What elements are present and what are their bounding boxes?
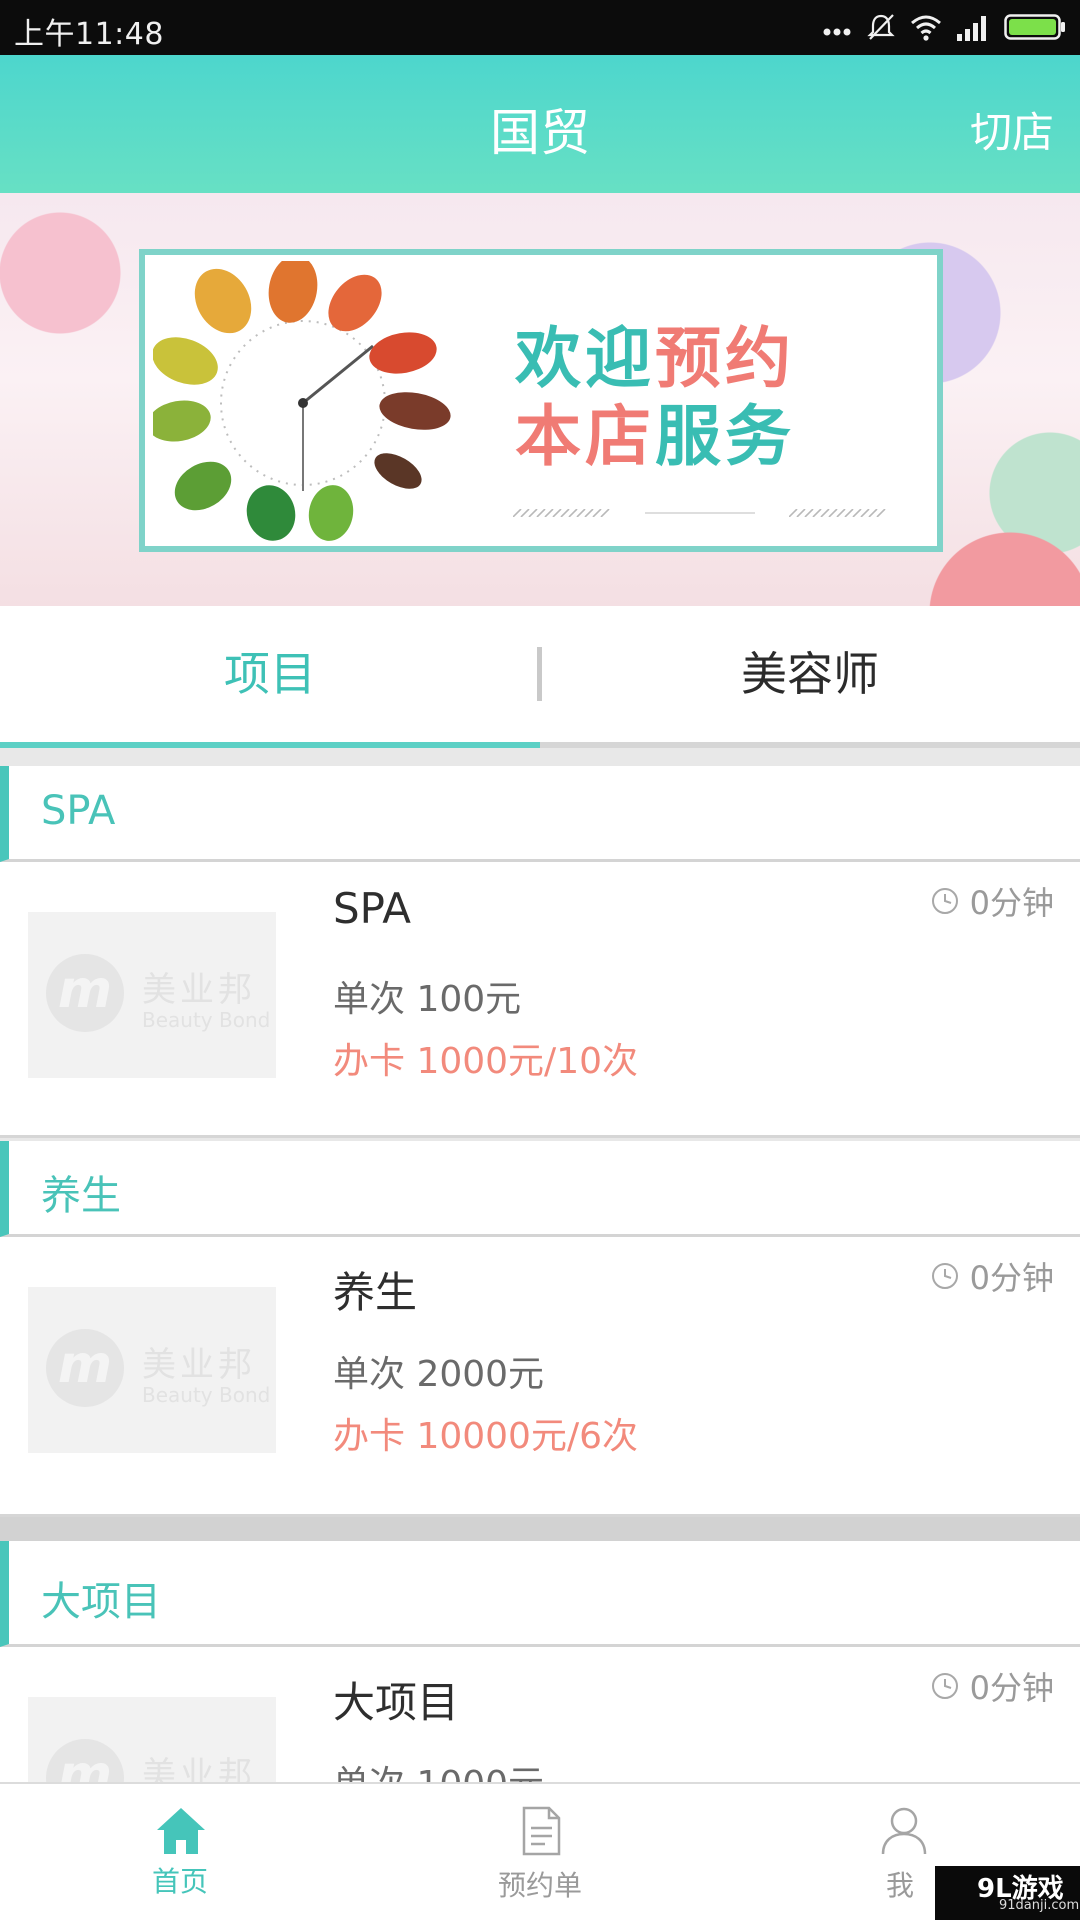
banner-headline-2: 本店服务: [515, 383, 795, 479]
tab-bar: 项目 美容师: [0, 606, 1080, 748]
thumbnail-brand-en: Beauty Bond: [142, 1008, 271, 1032]
list-item[interactable]: m 美业邦 Beauty Bond SPA 0分钟 单次 100元 办卡 100…: [0, 862, 1080, 1138]
item-name: 大项目: [333, 1678, 460, 1727]
category-label: 养生: [41, 1173, 121, 1219]
logo-mark: m: [57, 1335, 113, 1395]
item-thumbnail: m 美业邦 Beauty Bond: [28, 1287, 276, 1453]
section-gap: [0, 748, 1080, 766]
thumbnail-brand-cn: 美业邦: [142, 1755, 256, 1782]
brand-logo-icon: m: [46, 1329, 124, 1407]
promo-banner[interactable]: 欢迎预约 本店服务: [0, 193, 1080, 606]
watermark-sub: 91danji.com: [999, 1898, 1080, 1913]
logo-mark: m: [57, 960, 113, 1020]
nav-label: 预约单: [497, 1869, 582, 1902]
nav-home[interactable]: 首页: [0, 1784, 360, 1920]
item-duration: 0分钟: [930, 878, 1054, 924]
status-bar: 上午11:48: [0, 0, 1080, 55]
list-item[interactable]: m 美业邦 Beauty Bond 大项目 0分钟 单次 1000元: [0, 1647, 1080, 1782]
item-thumbnail: m 美业邦 Beauty Bond: [28, 912, 276, 1078]
bottom-nav: 首页 预约单 我: [0, 1782, 1080, 1920]
single-price: 单次 100元: [333, 979, 522, 1020]
store-title: 国贸: [490, 104, 590, 162]
brand-logo-icon: m: [46, 1739, 124, 1782]
banner-deco-left: [513, 509, 610, 517]
duration-text: 0分钟: [969, 1669, 1054, 1707]
section-gap: [0, 1517, 1080, 1541]
thumbnail-brand-cn: 美业邦: [142, 1345, 256, 1385]
home-icon: [157, 1808, 205, 1854]
switch-store-button[interactable]: 切店: [970, 99, 1054, 160]
banner-text-store: 本店: [515, 397, 655, 475]
card-price: 办卡 1000元/10次: [333, 1041, 638, 1082]
banner-deco-middle: [645, 512, 755, 514]
brand-logo-icon: m: [46, 954, 124, 1032]
tab-projects[interactable]: 项目: [0, 606, 540, 742]
mute-bell-icon: [867, 14, 895, 40]
category-header: 养生: [0, 1141, 1080, 1237]
item-name: 养生: [333, 1268, 418, 1317]
thumbnail-brand-cn: 美业邦: [142, 970, 256, 1010]
logo-mark: m: [57, 1745, 113, 1782]
category-header: SPA: [0, 766, 1080, 862]
nav-orders[interactable]: 预约单: [360, 1784, 720, 1920]
app-header: 国贸 切店: [0, 55, 1080, 193]
more-dots-icon: [823, 28, 851, 36]
thumbnail-brand-en: Beauty Bond: [142, 1383, 271, 1407]
category-label: SPA: [41, 788, 116, 834]
clock-icon: [931, 888, 958, 914]
tab-beauticians[interactable]: 美容师: [540, 606, 1080, 742]
user-icon: [881, 1807, 927, 1855]
banner-deco-right: [789, 509, 886, 517]
status-time: 上午11:48: [14, 17, 164, 52]
list-item[interactable]: m 美业邦 Beauty Bond 养生 0分钟 单次 2000元 办卡 100…: [0, 1237, 1080, 1517]
single-price: 单次 1000元: [333, 1755, 544, 1782]
site-watermark: 9L游戏 91danji.com: [935, 1866, 1080, 1920]
duration-text: 0分钟: [969, 884, 1054, 922]
battery-icon: [1004, 14, 1065, 40]
single-price: 单次 2000元: [333, 1354, 545, 1395]
card-price: 办卡 10000元/6次: [333, 1416, 638, 1457]
signal-icon: [957, 16, 986, 41]
wifi-icon: [911, 15, 941, 41]
item-name: SPA: [333, 884, 412, 933]
service-list[interactable]: SPA m 美业邦 Beauty Bond SPA 0分钟 单次 100元 办卡…: [0, 748, 1080, 1782]
category-header: 大项目: [0, 1541, 1080, 1647]
item-duration: 0分钟: [930, 1253, 1054, 1299]
item-thumbnail: m 美业邦 Beauty Bond: [28, 1697, 276, 1782]
leaf-clock-illustration: [153, 261, 451, 541]
item-duration: 0分钟: [930, 1663, 1054, 1709]
clock-icon: [931, 1263, 958, 1289]
clock-icon: [931, 1673, 958, 1699]
banner-text-service: 服务: [655, 397, 795, 475]
status-icons: [822, 12, 1066, 42]
category-label: 大项目: [41, 1579, 161, 1625]
banner-card: 欢迎预约 本店服务: [139, 249, 943, 552]
nav-label: 首页: [151, 1865, 208, 1898]
duration-text: 0分钟: [969, 1259, 1054, 1297]
document-icon: [522, 1806, 561, 1856]
